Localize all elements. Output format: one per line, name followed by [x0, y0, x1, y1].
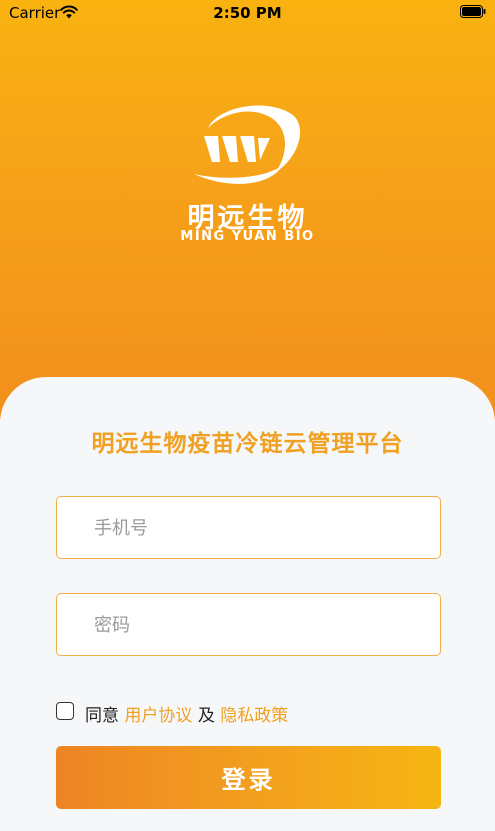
- agreement-text: 同意 用户协议 及 隐私政策: [85, 701, 288, 726]
- and-label: 及: [197, 706, 215, 726]
- phone-input[interactable]: [92, 497, 426, 560]
- password-field: [56, 593, 441, 657]
- battery-icon: [460, 5, 486, 18]
- brand-name-english: MING YUAN BIO: [180, 229, 315, 244]
- agree-checkbox[interactable]: [56, 702, 74, 720]
- agreement-row: 同意 用户协议 及 隐私政策: [56, 700, 456, 726]
- user-agreement-link[interactable]: 用户协议: [124, 706, 192, 726]
- status-bar: Carrier 2:50 PM: [0, 0, 495, 26]
- status-time: 2:50 PM: [213, 4, 282, 22]
- platform-title: 明远生物疫苗冷链云管理平台: [91, 431, 404, 457]
- password-input[interactable]: [92, 594, 426, 657]
- logo-icon: [194, 105, 300, 184]
- agree-label: 同意: [85, 706, 119, 726]
- privacy-policy-link[interactable]: 隐私政策: [220, 706, 288, 726]
- phone-field: [56, 496, 441, 560]
- login-button[interactable]: 登录: [56, 746, 441, 809]
